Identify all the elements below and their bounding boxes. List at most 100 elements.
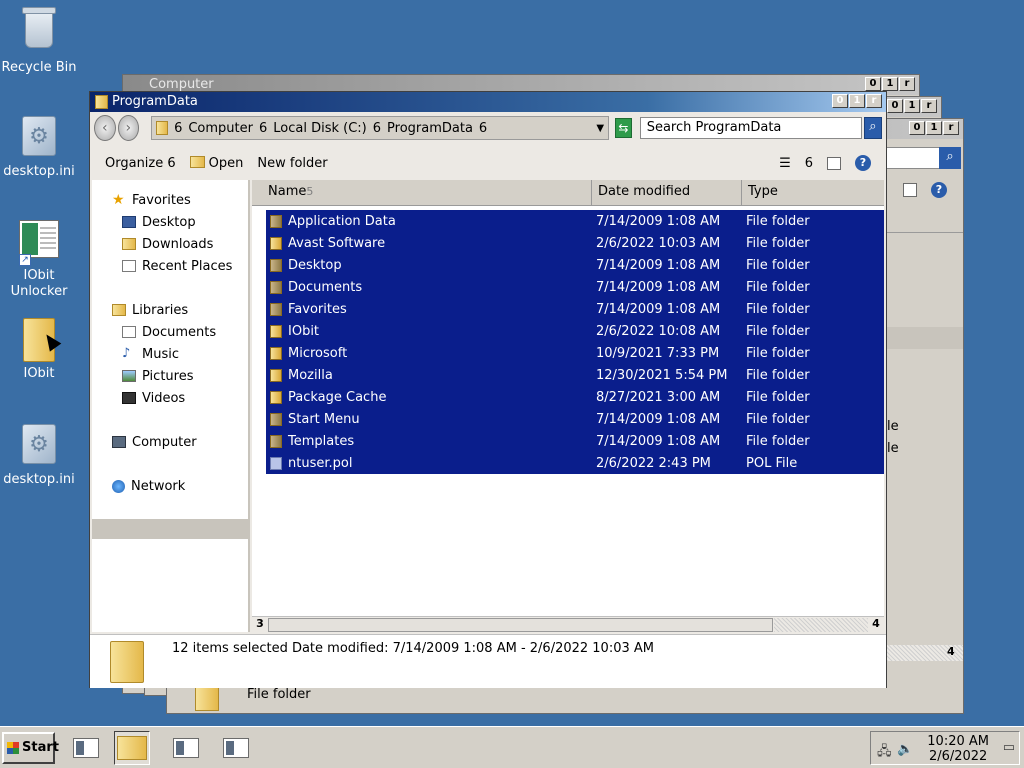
minimize-button[interactable]: 0 (909, 121, 925, 135)
horizontal-scrollbar[interactable]: 3 4 (252, 616, 884, 632)
table-row[interactable]: Documents 7/14/2009 1:08 AM File folder (266, 276, 884, 298)
desktop-icon-label: Recycle Bin (1, 60, 77, 75)
desktop-icon-recycle-bin[interactable]: Recycle Bin (0, 7, 79, 76)
search-input[interactable]: Search ProgramData (639, 117, 862, 139)
view-dropdown-arrow[interactable]: 6 (805, 156, 813, 171)
file-name: ntuser.pol (288, 455, 353, 471)
organize-button[interactable]: Organize 6 (105, 156, 176, 171)
table-row[interactable]: Desktop 7/14/2009 1:08 AM File folder (266, 254, 884, 276)
table-row[interactable]: Templates 7/14/2009 1:08 AM File folder (266, 430, 884, 452)
table-row[interactable]: Application Data 7/14/2009 1:08 AM File fo… (266, 210, 884, 232)
desktop-icon-iobit-folder[interactable]: IObit (0, 318, 79, 382)
maximize-button[interactable]: 1 (882, 77, 898, 91)
table-row[interactable]: Avast Software 2/6/2022 10:03 AM File fold… (266, 232, 884, 254)
minimize-button[interactable]: 0 (865, 77, 881, 91)
table-row[interactable]: Package Cache 8/27/2021 3:00 AM File folde… (266, 386, 884, 408)
view-list-icon[interactable]: ☰ (779, 156, 791, 171)
column-header-type[interactable]: Type (742, 180, 884, 206)
new-folder-button[interactable]: New folder (257, 156, 327, 171)
nav-label: Desktop (142, 214, 196, 230)
table-row[interactable]: Microsoft 10/9/2021 7:33 PM File folder (266, 342, 884, 364)
preview-pane-icon[interactable] (903, 183, 917, 197)
close-button[interactable]: r (943, 121, 959, 135)
search-input[interactable] (881, 147, 941, 169)
folder-icon (270, 236, 282, 250)
scroll-right-arrow[interactable]: 4 (869, 618, 883, 632)
volume-icon[interactable]: 🔈 (897, 742, 913, 757)
column-header-date[interactable]: Date modified (592, 180, 742, 206)
taskbar-window-button[interactable] (218, 731, 254, 765)
navigation-pane: ★ Favorites Desktop Downloads Recent Plac… (92, 180, 250, 632)
scrollbar-thumb[interactable] (268, 618, 773, 632)
table-row[interactable]: ntuser.pol 2/6/2022 2:43 PM POL File (266, 452, 884, 474)
breadcrumb-separator[interactable]: 6 (479, 121, 487, 136)
shortcut-arrow-icon: ↗ (19, 254, 31, 266)
desktop-icon-desktop-ini[interactable]: desktop.ini (0, 114, 79, 180)
close-button[interactable]: r (899, 77, 915, 91)
explorer-window[interactable]: ProgramData 0 1 r ‹ › 6 Computer 6 Local… (89, 91, 887, 688)
forward-button[interactable]: › (117, 115, 140, 141)
table-row[interactable]: Mozilla 12/30/2021 5:54 PM File folder (266, 364, 884, 386)
nav-favorites[interactable]: ★ Favorites (112, 190, 191, 210)
nav-recent-places[interactable]: Recent Places (122, 256, 232, 276)
scroll-left-arrow[interactable]: 3 (253, 618, 267, 632)
maximize-button[interactable]: 1 (904, 99, 920, 113)
show-desktop-icon[interactable]: ▭ (1003, 740, 1015, 755)
back-button[interactable]: ‹ (94, 115, 116, 141)
minimize-button[interactable]: 0 (832, 94, 848, 108)
nav-desktop[interactable]: Desktop (122, 212, 196, 232)
nav-libraries[interactable]: Libraries (112, 300, 188, 320)
breadcrumb-separator[interactable]: 6 (373, 121, 381, 136)
nav-label: Music (142, 346, 179, 362)
file-type: File folder (746, 279, 810, 295)
help-icon[interactable]: ? (855, 155, 871, 171)
folder-shortcut-icon (270, 280, 282, 294)
close-button[interactable]: r (866, 94, 882, 108)
title-bar[interactable]: ProgramData 0 1 r (90, 92, 886, 112)
start-button[interactable]: Start (2, 732, 59, 764)
nav-pictures[interactable]: Pictures (122, 366, 193, 386)
search-icon[interactable]: ⌕ (939, 147, 961, 169)
network-icon[interactable]: 🖧 (877, 742, 892, 764)
taskbar-window-button-active[interactable] (114, 731, 150, 765)
open-button[interactable]: Open (189, 155, 243, 171)
nav-computer[interactable]: Computer (112, 432, 197, 452)
scrollbar-track[interactable] (774, 618, 868, 632)
chevron-down-icon[interactable]: ▼ (596, 123, 604, 134)
close-button[interactable]: r (921, 99, 937, 113)
desktop-icon-desktop-ini-2[interactable]: desktop.ini (0, 422, 79, 488)
nav-network[interactable]: Network (112, 476, 185, 496)
scroll-right-arrow[interactable]: 4 (947, 645, 955, 658)
nav-music[interactable]: ♪ Music (122, 344, 179, 364)
file-list[interactable]: Name5 Date modified Type Application Dat… (252, 180, 884, 632)
column-header-name[interactable]: Name5 (252, 180, 592, 206)
minimize-button[interactable]: 0 (887, 99, 903, 113)
nav-documents[interactable]: Documents (122, 322, 216, 342)
nav-downloads[interactable]: Downloads (122, 234, 213, 254)
breadcrumb-local-disk[interactable]: Local Disk (C:) (273, 121, 366, 136)
maximize-button[interactable]: 1 (849, 94, 865, 108)
help-icon[interactable]: ? (931, 182, 947, 198)
refresh-icon[interactable]: ⇆ (615, 118, 632, 138)
taskbar-window-button[interactable] (168, 731, 204, 765)
table-row[interactable]: Favorites 7/14/2009 1:08 AM File folder (266, 298, 884, 320)
search-icon[interactable]: ⌕ (863, 117, 882, 139)
downloads-folder-icon (122, 238, 136, 250)
taskbar-window-button[interactable] (68, 731, 104, 765)
nav-videos[interactable]: Videos (122, 388, 185, 408)
preview-pane-icon[interactable] (827, 156, 841, 170)
table-row[interactable]: Start Menu 7/14/2009 1:08 AM File folder (266, 408, 884, 430)
breadcrumb-separator[interactable]: 6 (259, 121, 267, 136)
file-date: 7/14/2009 1:08 AM (596, 257, 721, 273)
folder-shortcut-icon (270, 258, 282, 272)
breadcrumb[interactable]: 6 Computer 6 Local Disk (C:) 6 ProgramDa… (151, 116, 610, 140)
breadcrumb-separator[interactable]: 6 (174, 121, 182, 136)
desktop-icon-iobit-unlocker[interactable]: ↗ IObit Unlocker (0, 216, 79, 300)
clock[interactable]: 10:20 AM 2/6/2022 (927, 734, 989, 764)
breadcrumb-computer[interactable]: Computer (188, 121, 253, 136)
maximize-button[interactable]: 1 (926, 121, 942, 135)
breadcrumb-programdata[interactable]: ProgramData (387, 121, 473, 136)
table-row[interactable]: IObit 2/6/2022 10:08 AM File folder (266, 320, 884, 342)
nav-label: Favorites (132, 192, 191, 208)
folder-icon (270, 346, 282, 360)
